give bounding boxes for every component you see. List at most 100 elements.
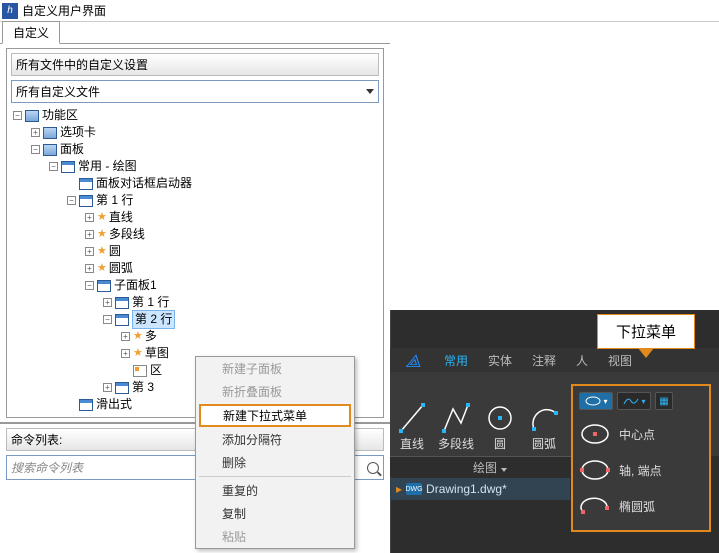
ribbon-tab-annotate[interactable]: 注释 bbox=[522, 348, 566, 372]
menu-new-dropdown[interactable]: 新建下拉式菜单 bbox=[199, 404, 351, 427]
ellipse-axis-icon bbox=[579, 456, 611, 484]
star-icon: ★ bbox=[97, 243, 107, 260]
dropdown-panel: ▾ ▾ ▦ 中心点 轴, 端点 椭圆弧 bbox=[571, 384, 711, 532]
menu-paste[interactable]: 粘贴 bbox=[196, 525, 354, 548]
panel-icon bbox=[61, 161, 75, 173]
tree-node[interactable]: 草图 bbox=[145, 345, 169, 362]
menu-copy[interactable]: 复制 bbox=[196, 502, 354, 525]
menu-separator bbox=[199, 476, 351, 477]
chevron-down-icon bbox=[501, 468, 507, 472]
expand-icon[interactable]: + bbox=[121, 332, 130, 341]
spline-icon bbox=[622, 395, 640, 407]
dd-mode-grid[interactable]: ▦ bbox=[655, 392, 673, 410]
scope-combo-value: 所有自定义文件 bbox=[16, 83, 100, 100]
expand-icon[interactable]: + bbox=[85, 264, 94, 273]
window-title: 自定义用户界面 bbox=[22, 2, 106, 19]
panel-heading: 所有文件中的自定义设置 bbox=[11, 53, 379, 76]
dropdown-toolbar: ▾ ▾ ▦ bbox=[577, 392, 705, 410]
dwg-badge-icon: DWG bbox=[406, 483, 422, 495]
expand-icon[interactable]: + bbox=[85, 213, 94, 222]
collapse-icon[interactable]: − bbox=[49, 162, 58, 171]
drawing-tab[interactable]: ▸ DWG Drawing1.dwg* bbox=[390, 478, 570, 500]
row-icon bbox=[79, 195, 93, 207]
dd-mode-ellipse[interactable]: ▾ bbox=[579, 392, 613, 410]
tree-node[interactable]: 多 bbox=[145, 328, 157, 345]
menu-add-separator[interactable]: 添加分隔符 bbox=[196, 428, 354, 451]
expand-icon[interactable]: + bbox=[121, 349, 130, 358]
app-logo: ⟁ bbox=[394, 350, 432, 372]
collapse-icon[interactable]: − bbox=[13, 111, 22, 120]
search-icon bbox=[367, 462, 379, 474]
tree-node[interactable]: 区 bbox=[150, 362, 162, 379]
polyline-icon bbox=[441, 401, 471, 435]
dd-item-elliptical-arc[interactable]: 椭圆弧 bbox=[577, 488, 705, 524]
ribbon-group-label[interactable]: 绘图 bbox=[390, 456, 590, 476]
star-icon: ★ bbox=[133, 345, 143, 362]
arc-icon bbox=[529, 401, 559, 435]
tree-node[interactable]: 第 1 行 bbox=[96, 192, 133, 209]
row-icon bbox=[115, 382, 129, 394]
menu-new-foldpanel[interactable]: 新折叠面板 bbox=[196, 380, 354, 403]
panels-icon bbox=[43, 144, 57, 156]
dropdown-callout: 下拉菜单 bbox=[597, 314, 695, 349]
tree-node[interactable]: 功能区 bbox=[42, 107, 78, 124]
menu-new-subpanel[interactable]: 新建子面板 bbox=[196, 357, 354, 380]
scope-combo[interactable]: 所有自定义文件 bbox=[11, 80, 379, 103]
app-icon: h bbox=[2, 3, 18, 19]
tree-node[interactable]: 选项卡 bbox=[60, 124, 96, 141]
dd-item-axis-end[interactable]: 轴, 端点 bbox=[577, 452, 705, 488]
tree-node[interactable]: 第 3 bbox=[132, 379, 154, 396]
tree-node[interactable]: 圆 bbox=[109, 243, 121, 260]
slideout-icon bbox=[79, 399, 93, 411]
expand-icon[interactable]: + bbox=[85, 230, 94, 239]
ribbon-btn-line[interactable]: 直线 bbox=[390, 372, 434, 456]
star-icon: ★ bbox=[97, 260, 107, 277]
collapse-icon[interactable]: − bbox=[67, 196, 76, 205]
ribbon-tab-view[interactable]: 视图 bbox=[598, 348, 642, 372]
tree-node[interactable]: 面板 bbox=[60, 141, 84, 158]
tree-node-selected[interactable]: 第 2 行 bbox=[132, 310, 175, 329]
collapse-icon[interactable]: − bbox=[85, 281, 94, 290]
expand-icon[interactable]: + bbox=[103, 298, 112, 307]
context-menu: 新建子面板 新折叠面板 新建下拉式菜单 添加分隔符 删除 重复的 复制 粘贴 bbox=[195, 356, 355, 549]
expand-icon[interactable]: + bbox=[85, 247, 94, 256]
search-placeholder: 搜索命令列表 bbox=[11, 459, 83, 476]
collapse-icon[interactable]: − bbox=[31, 145, 40, 154]
row-icon bbox=[115, 297, 129, 309]
tab-customize[interactable]: 自定义 bbox=[2, 21, 60, 44]
ribbon-btn-circle[interactable]: 圆 bbox=[478, 372, 522, 456]
tree-node[interactable]: 多段线 bbox=[109, 226, 145, 243]
tree-node[interactable]: 面板对话框启动器 bbox=[96, 175, 192, 192]
tree-node[interactable]: 常用 - 绘图 bbox=[78, 158, 137, 175]
ribbon-btn-polyline[interactable]: 多段线 bbox=[434, 372, 478, 456]
ribbon-tab-solid[interactable]: 实体 bbox=[478, 348, 522, 372]
menu-duplicate[interactable]: 重复的 bbox=[196, 479, 354, 502]
tree-node[interactable]: 圆弧 bbox=[109, 260, 133, 277]
circle-icon bbox=[485, 401, 515, 435]
grid-icon: ▦ bbox=[659, 396, 668, 407]
menu-delete[interactable]: 删除 bbox=[196, 451, 354, 474]
star-icon: ★ bbox=[133, 328, 143, 345]
tree-node[interactable]: 滑出式 bbox=[96, 396, 132, 413]
dd-item-center[interactable]: 中心点 bbox=[577, 416, 705, 452]
expand-icon[interactable]: + bbox=[31, 128, 40, 137]
launcher-icon bbox=[79, 178, 93, 190]
drawing-filename: Drawing1.dwg* bbox=[426, 482, 507, 496]
ribbon-icon bbox=[25, 110, 39, 122]
tabs-icon bbox=[43, 127, 57, 139]
ribbon-tab-common[interactable]: 常用 bbox=[434, 348, 478, 372]
row-icon bbox=[115, 314, 129, 326]
ribbon-tab-hidden[interactable]: 人 bbox=[566, 348, 598, 372]
collapse-icon[interactable]: − bbox=[103, 315, 112, 324]
left-tabrow: 自定义 bbox=[0, 22, 390, 44]
expand-icon[interactable]: + bbox=[103, 383, 112, 392]
ribbon-btn-arc[interactable]: 圆弧 bbox=[522, 372, 566, 456]
tree-node[interactable]: 直线 bbox=[109, 209, 133, 226]
ellipse-arc-icon bbox=[579, 492, 611, 520]
ellipse-icon bbox=[584, 395, 602, 407]
dd-mode-wave[interactable]: ▾ bbox=[617, 392, 651, 410]
ellipse-center-icon bbox=[579, 420, 611, 448]
star-icon: ★ bbox=[97, 209, 107, 226]
tree-node[interactable]: 第 1 行 bbox=[132, 294, 169, 311]
tree-node[interactable]: 子面板1 bbox=[114, 277, 157, 294]
